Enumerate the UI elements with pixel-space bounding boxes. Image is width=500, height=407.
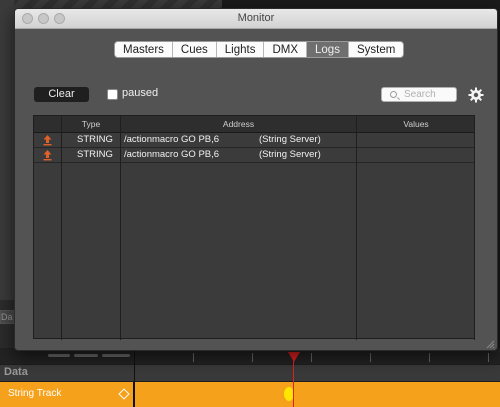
timeline-divider — [134, 348, 135, 407]
playhead-handle[interactable] — [288, 352, 300, 362]
log-table: Type Address Values STRING /actionmacro … — [33, 115, 475, 340]
table-row[interactable]: STRING /actionmacro GO PB,6 (String Serv… — [34, 133, 474, 148]
tab-cues[interactable]: Cues — [172, 42, 217, 57]
window-title: Monitor — [237, 12, 275, 24]
tab-logs[interactable]: Logs — [307, 42, 349, 57]
track-row: String Track — [0, 382, 500, 407]
resize-grip-icon[interactable] — [485, 339, 495, 349]
column-header-values[interactable]: Values — [357, 119, 475, 129]
tab-dmx[interactable]: DMX — [264, 42, 308, 57]
monitor-window: Monitor Masters Cues Lights DMX Logs Sys… — [14, 8, 498, 351]
paused-label: paused — [122, 87, 159, 99]
row-source: (String Server) — [259, 134, 321, 145]
search-input[interactable] — [404, 88, 454, 101]
column-header-type[interactable]: Type — [62, 119, 120, 129]
log-table-header: Type Address Values — [34, 116, 474, 133]
ruler-tick — [488, 353, 489, 362]
ruler-tick — [311, 353, 312, 362]
keyframe-diamond-icon[interactable] — [118, 388, 130, 400]
outgoing-arrow-icon — [43, 135, 52, 146]
window-titlebar[interactable]: Monitor — [15, 9, 497, 29]
ruler-handle[interactable] — [102, 354, 130, 357]
ruler-tick — [252, 353, 253, 362]
partial-tab[interactable]: Da — [0, 310, 14, 324]
row-address: /actionmacro GO PB,6 — [124, 149, 220, 160]
background-left-panel — [0, 0, 14, 300]
timeline-section-header: Data — [0, 364, 500, 382]
gear-icon[interactable] — [468, 87, 484, 103]
column-divider — [474, 116, 475, 340]
row-type: STRING — [77, 134, 113, 145]
row-source: (String Server) — [259, 149, 321, 160]
ruler-tick — [370, 353, 371, 362]
search-icon — [390, 91, 397, 98]
row-address: /actionmacro GO PB,6 — [124, 134, 220, 145]
ruler-handle[interactable] — [74, 354, 98, 357]
tab-lights[interactable]: Lights — [216, 42, 265, 57]
column-divider — [120, 116, 121, 340]
monitor-tabs: Masters Cues Lights DMX Logs System — [114, 41, 405, 58]
search-field[interactable] — [381, 87, 457, 102]
outgoing-arrow-icon — [43, 150, 52, 161]
track-lane[interactable] — [135, 382, 500, 407]
column-divider — [356, 116, 357, 340]
track-header[interactable]: String Track — [0, 382, 134, 407]
ruler-handle[interactable] — [48, 354, 70, 357]
row-type: STRING — [77, 149, 113, 160]
table-row[interactable]: STRING /actionmacro GO PB,6 (String Serv… — [34, 148, 474, 163]
tab-masters[interactable]: Masters — [115, 42, 173, 57]
section-label: Data — [4, 366, 28, 378]
ruler-tick — [193, 353, 194, 362]
ruler-tick — [429, 353, 430, 362]
clear-button[interactable]: Clear — [34, 87, 89, 102]
track-name-label: String Track — [8, 388, 62, 399]
paused-checkbox[interactable] — [107, 89, 118, 100]
tab-system[interactable]: System — [348, 42, 404, 57]
column-divider — [61, 116, 62, 340]
column-header-address[interactable]: Address — [121, 119, 356, 129]
